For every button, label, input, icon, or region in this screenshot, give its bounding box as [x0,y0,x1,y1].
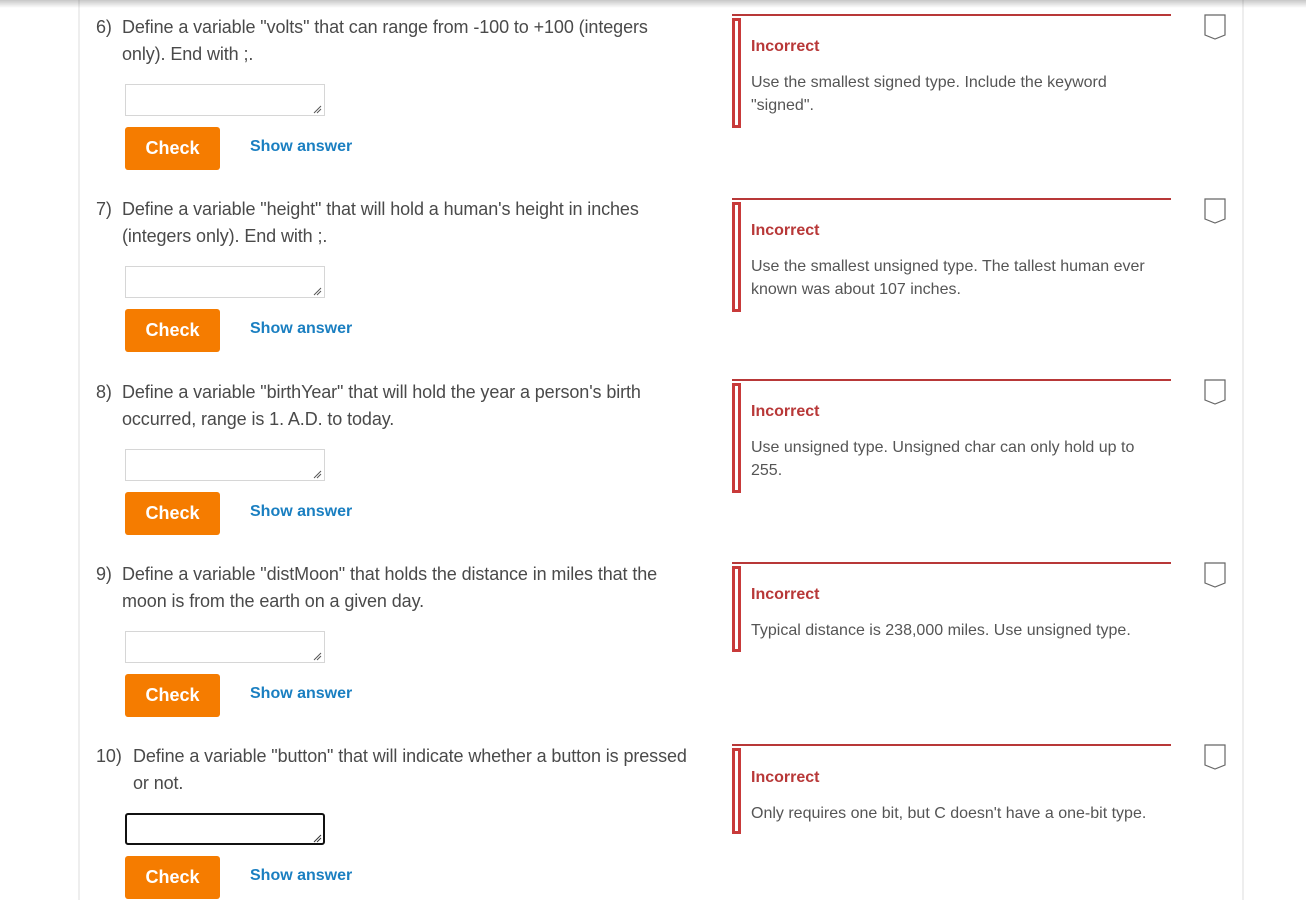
question-9: 9) Define a variable "distMoon" that hol… [80,547,1246,729]
question-number: 9) [96,564,112,584]
check-button[interactable]: Check [125,309,220,352]
feedback-explanation: Use the smallest signed type. Include th… [751,74,1107,114]
show-answer-link[interactable]: Show answer [250,138,352,156]
question-7: 7) Define a variable "height" that will … [80,182,1246,364]
question-prompt: 9) Define a variable "distMoon" that hol… [96,561,696,615]
feedback-status: Incorrect [751,222,820,239]
feedback-status-bar [732,383,741,493]
question-body: 8) Define a variable "birthYear" that wi… [96,379,696,535]
question-prompt: 6) Define a variable "volts" that can ra… [96,14,696,68]
bookmark-outline-icon[interactable] [1204,198,1226,224]
question-text: Define a variable "birthYear" that will … [122,382,641,429]
feedback-explanation: Use the smallest unsigned type. The tall… [751,258,1145,298]
feedback-explanation: Only requires one bit, but C doesn't hav… [751,805,1147,822]
bookmark-outline-icon[interactable] [1204,379,1226,405]
show-answer-link[interactable]: Show answer [250,685,352,703]
check-button[interactable]: Check [125,127,220,170]
question-text: Define a variable "distMoon" that holds … [122,564,658,611]
answer-input[interactable] [125,813,325,845]
question-8: 8) Define a variable "birthYear" that wi… [80,365,1246,547]
show-answer-link[interactable]: Show answer [250,320,352,338]
bookmark-outline-icon[interactable] [1204,562,1226,588]
question-body: 9) Define a variable "distMoon" that hol… [96,561,696,717]
question-number: 10) [96,746,122,766]
feedback-status-bar [732,748,741,834]
show-answer-link[interactable]: Show answer [250,503,352,521]
answer-input[interactable] [125,84,325,116]
check-button[interactable]: Check [125,674,220,717]
question-text: Define a variable "button" that will ind… [133,746,687,793]
feedback-box: Incorrect Typical distance is 238,000 mi… [732,562,1171,652]
bookmark-outline-icon[interactable] [1204,744,1226,770]
bookmark-outline-icon[interactable] [1204,14,1226,40]
answer-input[interactable] [125,266,325,298]
feedback-box: Incorrect Only requires one bit, but C d… [732,744,1171,834]
question-set-card: 6) Define a variable "volts" that can ra… [78,0,1244,900]
question-6: 6) Define a variable "volts" that can ra… [80,0,1246,182]
feedback-status: Incorrect [751,403,820,420]
feedback-status-bar [732,566,741,652]
feedback-status: Incorrect [751,586,820,603]
answer-input[interactable] [125,449,325,481]
question-prompt: 10) Define a variable "button" that will… [96,743,696,797]
feedback-box: Incorrect Use the smallest unsigned type… [732,198,1171,312]
feedback-explanation: Use unsigned type. Unsigned char can onl… [751,439,1135,479]
top-shadow [0,0,1306,8]
feedback-status: Incorrect [751,769,820,786]
question-prompt: 8) Define a variable "birthYear" that wi… [96,379,696,433]
feedback-status-bar [732,202,741,312]
feedback-status: Incorrect [751,38,820,55]
answer-input[interactable] [125,631,325,663]
feedback-status-bar [732,18,741,128]
question-prompt: 7) Define a variable "height" that will … [96,196,696,250]
question-text: Define a variable "height" that will hol… [122,199,639,246]
question-body: 7) Define a variable "height" that will … [96,196,696,352]
feedback-box: Incorrect Use the smallest signed type. … [732,14,1171,128]
feedback-explanation: Typical distance is 238,000 miles. Use u… [751,622,1131,639]
question-body: 6) Define a variable "volts" that can ra… [96,14,696,170]
check-button[interactable]: Check [125,856,220,899]
question-body: 10) Define a variable "button" that will… [96,743,696,899]
question-number: 6) [96,17,112,37]
question-number: 8) [96,382,112,402]
check-button[interactable]: Check [125,492,220,535]
question-10: 10) Define a variable "button" that will… [80,729,1246,911]
question-text: Define a variable "volts" that can range… [122,17,648,64]
show-answer-link[interactable]: Show answer [250,867,352,885]
question-number: 7) [96,199,112,219]
feedback-box: Incorrect Use unsigned type. Unsigned ch… [732,379,1171,493]
